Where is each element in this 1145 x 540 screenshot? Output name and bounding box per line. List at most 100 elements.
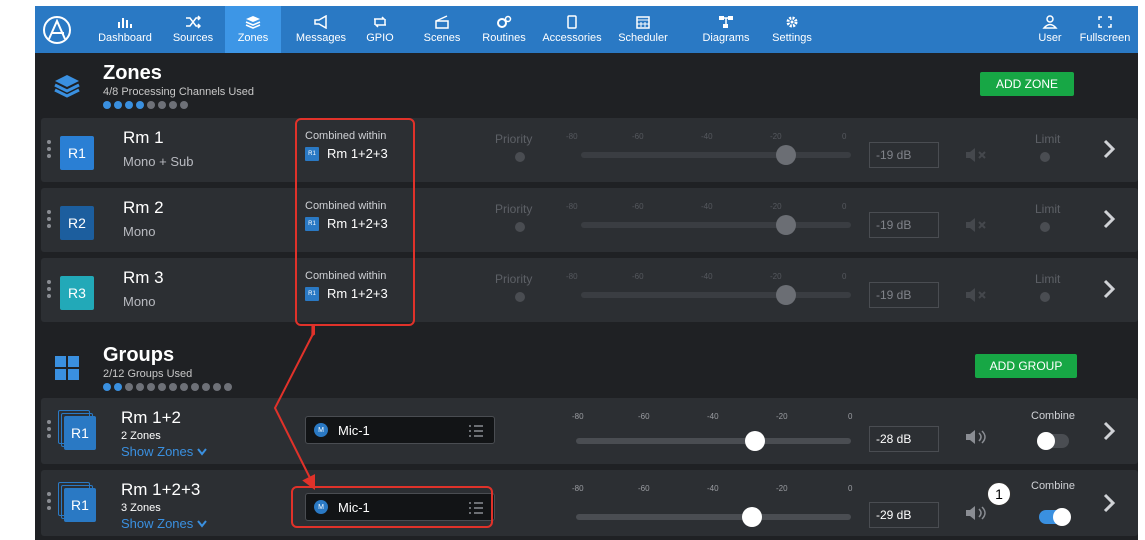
volume-fader-track[interactable]: [581, 222, 851, 228]
app-window: Dashboard Sources Zones Messages GPIO Sc…: [35, 6, 1138, 540]
zones-title: Zones: [103, 62, 162, 84]
show-zones-link[interactable]: Show Zones: [121, 516, 208, 531]
db-field[interactable]: -28 dB: [869, 426, 939, 452]
zone-row[interactable]: R3 Rm 3 Mono Combined within R1 Rm 1+2+3 …: [41, 258, 1138, 322]
group-name: Rm 1+2: [121, 408, 181, 427]
group-badge: R1: [64, 416, 96, 450]
drag-handle-icon[interactable]: [47, 210, 52, 228]
source-name: Mic-1: [338, 422, 370, 438]
group-zone-count: 2 Zones: [121, 430, 161, 442]
priority-label: Priority: [495, 202, 533, 216]
logo-icon[interactable]: [39, 12, 75, 48]
phone-icon: [567, 15, 577, 29]
mute-icon[interactable]: [964, 216, 990, 234]
chevron-down-icon: [197, 519, 208, 528]
nav-user[interactable]: User: [1030, 6, 1070, 53]
nav-dashboard[interactable]: Dashboard: [93, 6, 157, 53]
limit-indicator[interactable]: [1040, 152, 1050, 162]
drag-handle-icon[interactable]: [47, 280, 52, 298]
fader-tick-label: 0: [842, 272, 847, 281]
nav-scenes[interactable]: Scenes: [415, 6, 469, 53]
layers-icon: [54, 75, 80, 98]
combine-toggle[interactable]: [1039, 508, 1071, 526]
fader-tick-label: -20: [776, 412, 788, 421]
usage-dot: [158, 101, 166, 109]
mute-icon[interactable]: [964, 286, 990, 304]
limit-indicator[interactable]: [1040, 292, 1050, 302]
drag-handle-icon[interactable]: [47, 140, 52, 158]
nav-scheduler[interactable]: Scheduler: [611, 6, 675, 53]
fader-tick-label: -60: [632, 132, 644, 141]
gear-icon: [786, 16, 798, 28]
combine-toggle[interactable]: [1037, 432, 1069, 450]
usage-dot: [103, 101, 111, 109]
drag-handle-icon[interactable]: [47, 420, 52, 438]
volume-fader-knob[interactable]: [776, 215, 797, 235]
priority-indicator[interactable]: [515, 292, 525, 302]
usage-dot: [169, 101, 177, 109]
nav-sources[interactable]: Sources: [163, 6, 223, 53]
volume-fader-track[interactable]: [576, 514, 851, 520]
volume-fader-track[interactable]: [576, 438, 851, 444]
speaker-icon[interactable]: [964, 428, 990, 446]
usage-dot: [125, 383, 133, 391]
group-row[interactable]: R1 Rm 1+2+3 3 Zones Show Zones M Mic-1 -…: [41, 470, 1138, 536]
group-stack-badge: R1: [58, 410, 98, 450]
annotation-combined-box: [295, 118, 415, 326]
db-field[interactable]: -29 dB: [869, 502, 939, 528]
db-field[interactable]: -19 dB: [869, 282, 939, 308]
volume-fader-track[interactable]: [581, 292, 851, 298]
nav-settings[interactable]: Settings: [765, 6, 819, 53]
zone-row[interactable]: R1 Rm 1 Mono + Sub Combined within R1 Rm …: [41, 118, 1138, 182]
volume-fader-knob[interactable]: [742, 507, 762, 527]
mute-icon[interactable]: [964, 146, 990, 164]
limit-indicator[interactable]: [1040, 222, 1050, 232]
show-zones-label: Show Zones: [121, 444, 194, 459]
limit-label: Limit: [1035, 132, 1061, 146]
speaker-icon[interactable]: [964, 504, 990, 522]
fader-tick-label: 0: [842, 132, 847, 141]
chevron-right-icon[interactable]: [1101, 138, 1117, 160]
drag-handle-icon[interactable]: [47, 492, 52, 510]
volume-fader-knob[interactable]: [776, 285, 797, 305]
fader-tick-label: -40: [707, 484, 719, 493]
nav-label: Settings: [772, 32, 812, 44]
fader-tick-label: -40: [707, 412, 719, 421]
usage-dot: [158, 383, 166, 391]
nav-zones[interactable]: Zones: [225, 6, 281, 53]
source-select[interactable]: M Mic-1: [305, 416, 495, 444]
db-field[interactable]: -19 dB: [869, 212, 939, 238]
priority-indicator[interactable]: [515, 222, 525, 232]
combine-label: Combine: [1031, 410, 1076, 422]
add-zone-button[interactable]: ADD ZONE: [980, 72, 1074, 96]
group-row[interactable]: R1 Rm 1+2 2 Zones Show Zones M Mic-1 -80…: [41, 398, 1138, 464]
show-zones-link[interactable]: Show Zones: [121, 444, 208, 459]
nav-fullscreen[interactable]: Fullscreen: [1075, 6, 1135, 53]
add-group-button[interactable]: ADD GROUP: [975, 354, 1077, 378]
list-icon[interactable]: [468, 424, 484, 438]
nav-accessories[interactable]: Accessories: [535, 6, 609, 53]
nav-messages[interactable]: Messages: [291, 6, 351, 53]
zone-row[interactable]: R2 Rm 2 Mono Combined within R1 Rm 1+2+3 …: [41, 188, 1138, 252]
groups-title: Groups: [103, 344, 175, 366]
chevron-right-icon[interactable]: [1101, 492, 1117, 514]
nav-label: Dashboard: [98, 32, 152, 44]
nav-gpio[interactable]: GPIO: [355, 6, 405, 53]
volume-fader-track[interactable]: [581, 152, 851, 158]
groups-usage-dots: [103, 383, 232, 391]
db-field[interactable]: -19 dB: [869, 142, 939, 168]
usage-dot: [213, 383, 221, 391]
nav-label: Zones: [237, 32, 269, 44]
fader-tick-label: -20: [770, 272, 782, 281]
fullscreen-icon: [1098, 16, 1112, 28]
limit-label: Limit: [1035, 272, 1061, 286]
nav-routines[interactable]: Routines: [475, 6, 533, 53]
chevron-right-icon[interactable]: [1101, 278, 1117, 300]
chevron-right-icon[interactable]: [1101, 208, 1117, 230]
nav-label: Routines: [482, 32, 526, 44]
volume-fader-knob[interactable]: [776, 145, 797, 165]
chevron-right-icon[interactable]: [1101, 420, 1117, 442]
volume-fader-knob[interactable]: [744, 431, 765, 451]
priority-indicator[interactable]: [515, 152, 525, 162]
nav-diagrams[interactable]: Diagrams: [695, 6, 757, 53]
